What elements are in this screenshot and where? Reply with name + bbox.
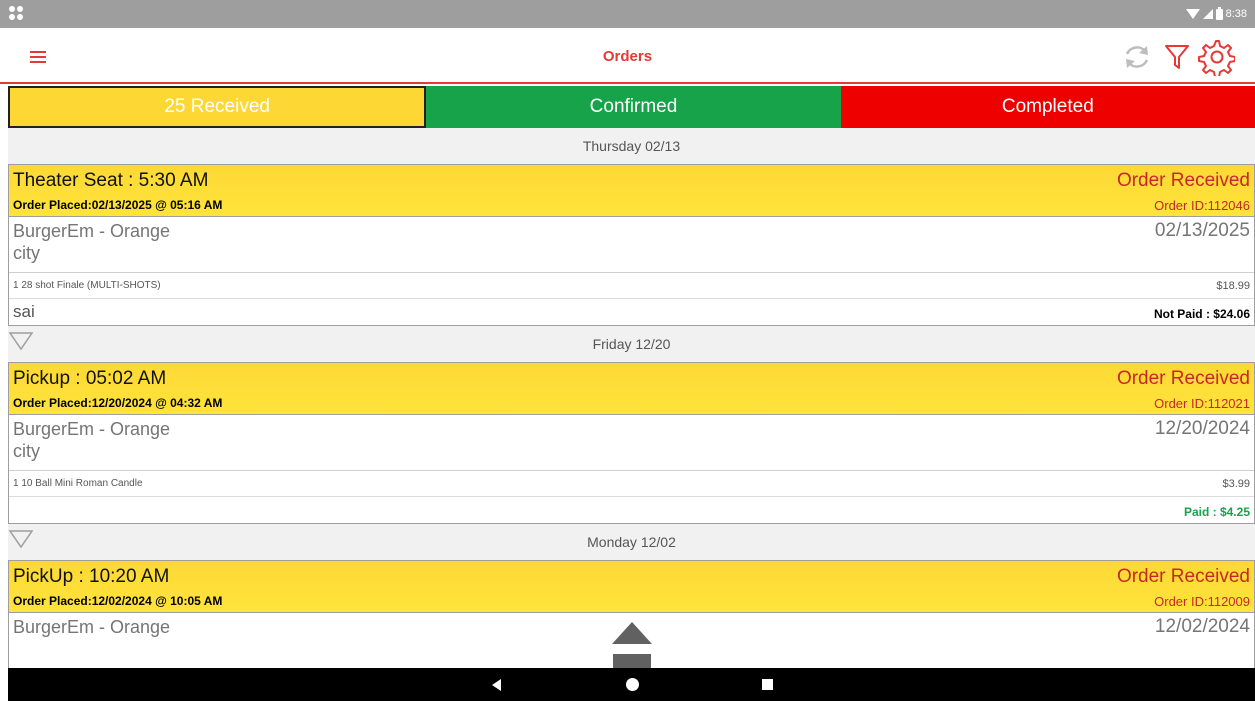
item-name: 1 10 Ball Mini Roman Candle	[13, 478, 143, 489]
tab-confirmed[interactable]: Confirmed	[426, 86, 841, 128]
date-label: Thursday 02/13	[582, 138, 681, 154]
order-status: Order Received	[1116, 368, 1250, 389]
tab-received[interactable]: 25 Received	[8, 86, 427, 128]
item-price: $3.99	[1222, 478, 1250, 490]
tab-completed[interactable]: Completed	[840, 86, 1255, 128]
wifi-icon	[1185, 9, 1200, 19]
gear-icon[interactable]	[1197, 38, 1235, 76]
order-date: 02/13/2025	[1154, 220, 1250, 241]
back-icon[interactable]	[488, 675, 508, 695]
order-date: 12/02/2024	[1154, 616, 1250, 637]
order-placed: Order Placed:12/02/2024 @ 10:05 AM	[13, 594, 223, 608]
service-time: PickUp : 10:20 AM	[13, 566, 170, 587]
date-label: Friday 12/20	[592, 336, 671, 352]
item-row: 1 10 Ball Mini Roman Candle $3.99	[9, 471, 1254, 497]
recents-icon[interactable]	[758, 675, 778, 695]
date-label: Monday 12/02	[587, 534, 676, 550]
order-placed: Order Placed:02/13/2025 @ 05:16 AM	[13, 198, 223, 212]
status-bar: 8:38	[0, 0, 1255, 28]
order-id: Order ID:112021	[1154, 396, 1250, 411]
status-indicators: 8:38	[1185, 6, 1247, 22]
date-header: Thursday 02/13	[8, 128, 1255, 164]
store-name: BurgerEm - Orange city	[13, 221, 171, 263]
item-row: 1 28 shot Finale (MULTI-SHOTS) $18.99	[9, 273, 1254, 299]
filter-icon[interactable]	[1160, 40, 1194, 74]
date-header: Monday 12/02	[8, 524, 1255, 560]
order-date: 12/20/2024	[1154, 418, 1250, 439]
orders-list[interactable]: Thursday 02/13 Theater Seat : 5:30 AM Or…	[8, 128, 1255, 668]
store-name: BurgerEm - Orange city	[13, 419, 171, 461]
order-status: Order Received	[1116, 170, 1250, 191]
customer-name: sai	[13, 302, 35, 321]
store-row: BurgerEm - Orange city 12/20/2024	[9, 415, 1254, 471]
signal-icon	[1202, 9, 1213, 19]
service-time: Theater Seat : 5:30 AM	[13, 170, 209, 191]
order-placed: Order Placed:12/20/2024 @ 04:32 AM	[13, 396, 223, 410]
date-header: Friday 12/20	[8, 326, 1255, 362]
order-header: Theater Seat : 5:30 AM Order Placed:02/1…	[9, 165, 1254, 217]
home-icon[interactable]	[623, 675, 643, 695]
notification-icon	[9, 6, 25, 22]
order-header: Pickup : 05:02 AM Order Placed:12/20/202…	[9, 363, 1254, 415]
order-status-tabs: 25 Received Confirmed Completed	[8, 86, 1255, 128]
battery-icon	[1215, 6, 1223, 20]
system-nav-bar	[8, 668, 1255, 701]
order-status: Order Received	[1116, 566, 1250, 587]
payment-row: Paid : $4.25	[9, 497, 1254, 523]
scroll-top-icon[interactable]	[612, 622, 652, 670]
payment-status: Paid : $4.25	[1183, 505, 1250, 519]
collapse-triangle-icon[interactable]	[8, 330, 34, 352]
store-name: BurgerEm - Orange	[13, 617, 171, 637]
order-card[interactable]: Theater Seat : 5:30 AM Order Placed:02/1…	[8, 164, 1255, 326]
refresh-icon[interactable]	[1120, 40, 1154, 74]
payment-row: sai Not Paid : $24.06	[9, 299, 1254, 325]
order-header: PickUp : 10:20 AM Order Placed:12/02/202…	[9, 561, 1254, 613]
item-name: 1 28 shot Finale (MULTI-SHOTS)	[13, 280, 161, 291]
app-bar: Orders	[0, 28, 1255, 84]
status-time: 8:38	[1225, 8, 1247, 20]
page-title: Orders	[602, 48, 653, 65]
item-price: $18.99	[1216, 280, 1250, 292]
store-row: BurgerEm - Orange city 02/13/2025	[9, 217, 1254, 273]
order-card[interactable]: Pickup : 05:02 AM Order Placed:12/20/202…	[8, 362, 1255, 524]
order-id: Order ID:112009	[1154, 594, 1250, 609]
payment-status: Not Paid : $24.06	[1153, 307, 1250, 321]
service-time: Pickup : 05:02 AM	[13, 368, 167, 389]
order-id: Order ID:112046	[1154, 198, 1250, 213]
collapse-triangle-icon[interactable]	[8, 528, 34, 550]
